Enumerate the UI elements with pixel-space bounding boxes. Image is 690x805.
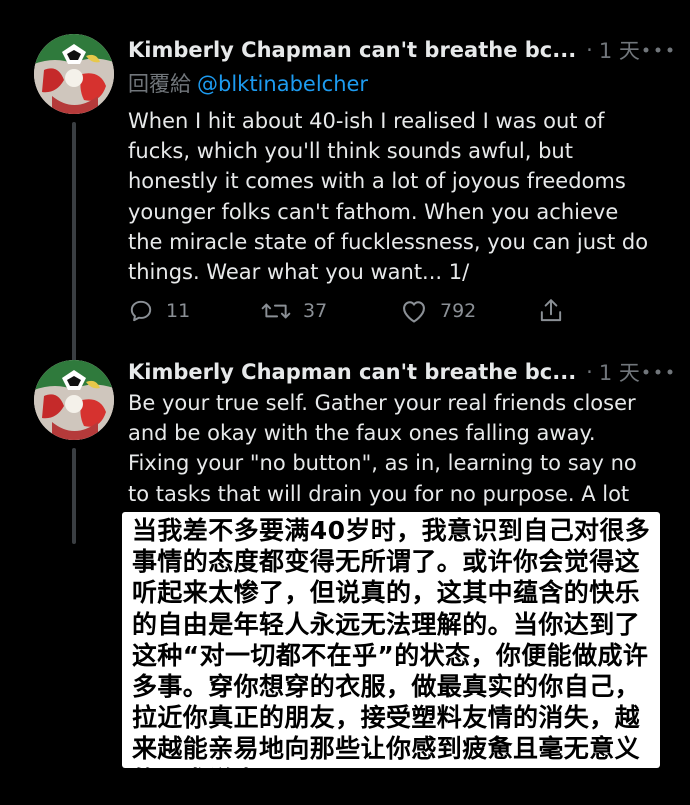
reply-icon [130, 300, 152, 322]
reply-context: 回覆給 @blktinabelcher [128, 68, 368, 98]
tweet-time[interactable]: 1 天 [599, 35, 640, 65]
retweet-button[interactable]: 37 [261, 296, 327, 326]
caption-text: 当我差不多要满40岁时，我意识到自己对很多事情的态度都变得无所谓了。或许你会觉得… [132, 516, 651, 795]
translation-caption: 当我差不多要满40岁时，我意识到自己对很多事情的态度都变得无所谓了。或许你会觉得… [122, 512, 660, 795]
author-name[interactable]: Kimberly Chapman can't breathe bc... [128, 360, 576, 384]
more-icon[interactable] [638, 42, 678, 58]
tweet-text: Be your true self. Gather your real frie… [128, 391, 637, 506]
retweet-icon [261, 303, 291, 319]
separator-dot: · [586, 360, 593, 384]
thread-line [72, 122, 76, 372]
like-button[interactable]: 792 [400, 296, 476, 326]
heart-icon [403, 301, 425, 323]
retweet-count: 37 [303, 300, 328, 322]
like-count: 792 [440, 300, 477, 322]
separator-dot: · [586, 38, 593, 62]
reply-button[interactable]: 11 [128, 296, 190, 326]
author-avatar[interactable] [34, 360, 114, 440]
tweet-header: Kimberly Chapman can't breathe bc... · 1… [128, 356, 640, 388]
reply-handle-link[interactable]: @blktinabelcher [197, 72, 368, 96]
avatar-image [34, 360, 114, 440]
tweet-1[interactable]: Kimberly Chapman can't breathe bc... · 1… [0, 34, 690, 372]
tweet-time[interactable]: 1 天 [599, 357, 640, 387]
author-name[interactable]: Kimberly Chapman can't breathe bc... [128, 38, 576, 62]
share-icon [540, 299, 562, 322]
tweet-actions: 11 37 792 [128, 296, 578, 326]
tweet-text: When I hit about 40-ish I realised I was… [128, 109, 649, 285]
reply-count: 11 [166, 300, 191, 322]
more-icon[interactable] [638, 364, 678, 380]
share-button[interactable] [538, 296, 576, 326]
reply-label: 回覆給 [128, 72, 191, 96]
tweet-header: Kimberly Chapman can't breathe bc... · 1… [128, 34, 640, 66]
thread-line [72, 448, 76, 544]
author-avatar[interactable] [34, 34, 114, 114]
avatar-image [34, 34, 114, 114]
